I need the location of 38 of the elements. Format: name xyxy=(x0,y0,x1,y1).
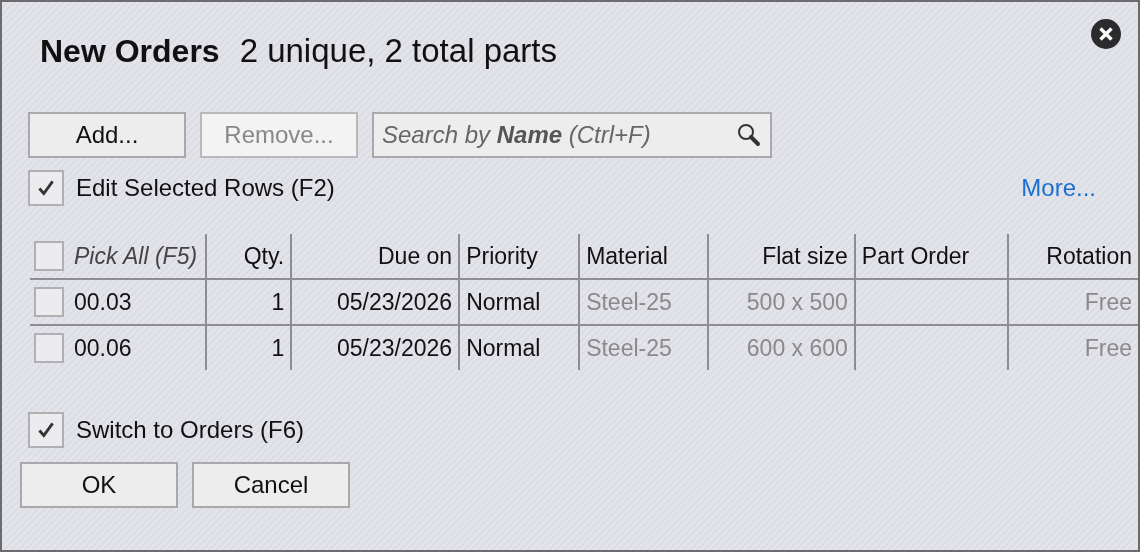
table-cell: Normal xyxy=(466,288,541,315)
checkbox-label: Switch to Orders (F6) xyxy=(76,416,305,444)
column-header[interactable]: Rotation xyxy=(1007,234,1138,279)
toolbar-button[interactable]: Add... xyxy=(28,112,186,158)
table-cell: Steel-25 xyxy=(586,288,672,315)
checkbox[interactable] xyxy=(34,333,64,363)
search-icon xyxy=(736,122,762,148)
close-icon[interactable] xyxy=(1090,18,1122,50)
table-cell: Normal xyxy=(466,334,541,361)
checkbox[interactable] xyxy=(28,170,64,206)
column-header[interactable]: Material xyxy=(579,234,708,279)
search-field[interactable]: Search by Name (Ctrl+F) xyxy=(372,112,772,158)
part-name: 00.03 xyxy=(74,288,132,316)
table-cell: Free xyxy=(1084,334,1132,361)
checkbox[interactable] xyxy=(28,412,64,448)
dialog-title: New Orders xyxy=(40,33,220,70)
table-cell: 05/23/2026 xyxy=(337,334,453,361)
checkbox[interactable] xyxy=(34,241,64,271)
table-cell: 05/23/2026 xyxy=(337,288,453,315)
table-cell: Steel-25 xyxy=(586,334,672,361)
dialog-button[interactable]: Cancel xyxy=(192,462,350,508)
checkbox[interactable] xyxy=(34,287,64,317)
part-name: 00.06 xyxy=(74,334,132,362)
column-header[interactable]: Priority xyxy=(459,234,580,279)
column-header[interactable]: Due on xyxy=(291,234,460,279)
more-link[interactable]: More... xyxy=(1021,174,1096,202)
dialog-button[interactable]: OK xyxy=(20,462,178,508)
column-header[interactable]: Flat size xyxy=(707,234,855,279)
dialog-subtitle: 2 unique, 2 total parts xyxy=(239,32,557,70)
table-cell: 500 x 500 xyxy=(746,288,848,315)
table-cell: 600 x 600 xyxy=(746,334,848,361)
column-header[interactable]: Qty. xyxy=(205,234,292,279)
table-cell: 1 xyxy=(271,334,285,361)
table-cell: 1 xyxy=(271,288,285,315)
pick-all-label: Pick All (F5) xyxy=(74,242,198,270)
column-header[interactable]: Part Order xyxy=(854,234,1008,279)
checkbox-label: Edit Selected Rows (F2) xyxy=(76,174,335,202)
table-cell: Free xyxy=(1084,288,1132,315)
